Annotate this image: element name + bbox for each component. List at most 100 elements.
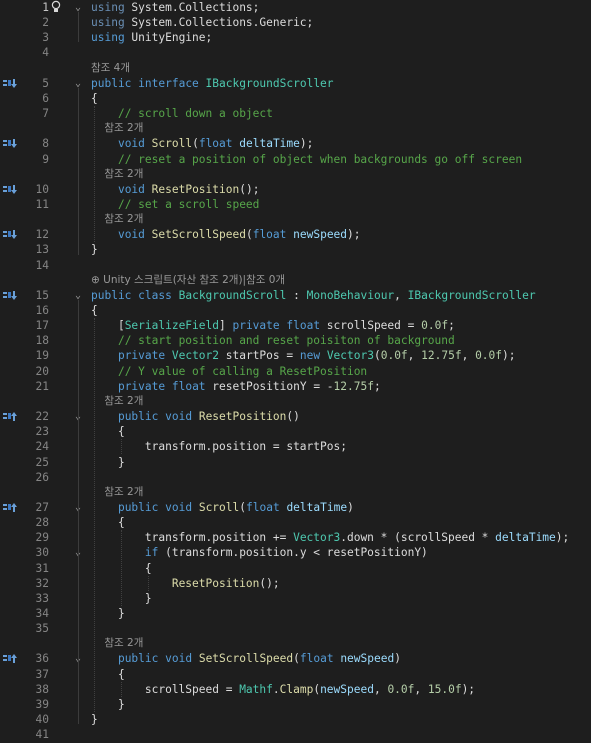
code-text[interactable]: ResetPosition(); [91, 576, 280, 591]
code-token: ); [461, 682, 476, 696]
code-text[interactable]: { [91, 424, 125, 439]
line-number: 24 [35, 440, 49, 454]
code-text[interactable]: transform.position += Vector3.down * (sc… [91, 530, 569, 545]
implements-interface-icon[interactable] [2, 409, 18, 424]
code-text[interactable]: void ResetPosition(); [91, 182, 259, 197]
code-text[interactable]: using System.Collections; [91, 0, 259, 15]
code-token: new [299, 349, 321, 363]
code-text[interactable]: private float resetPositionY = -12.75f; [91, 379, 381, 394]
code-text[interactable]: transform.position = startPos; [91, 439, 347, 454]
code-text[interactable]: public void SetScrollSpeed(float newSpee… [91, 651, 401, 666]
code-token: , [394, 288, 408, 302]
code-line: 23 { [0, 424, 591, 439]
codelens-reference-count[interactable]: 참조 2개 [91, 636, 143, 651]
code-text[interactable]: using UnityEngine; [91, 30, 212, 45]
codelens-reference-count[interactable]: 참조 2개 [91, 121, 143, 136]
code-text[interactable]: public void Scroll(float deltaTime) [91, 500, 354, 515]
code-text[interactable]: // Y value of calling a ResetPosition [91, 364, 367, 379]
implemented-by-icon[interactable] [2, 227, 18, 242]
code-text[interactable]: // scroll down a object [91, 106, 273, 121]
code-token: 0.0f [421, 319, 449, 333]
code-token: // start position and reset poisiton of … [117, 334, 455, 348]
code-line: 36 ⌄ public void SetScrollSpeed(float new… [0, 651, 591, 666]
code-token: IBackgroundScroller [205, 76, 334, 90]
implemented-by-icon[interactable] [2, 76, 18, 91]
code-text[interactable]: using System.Collections.Generic; [91, 15, 313, 30]
codelens-reference-count[interactable]: 참조 2개 [91, 167, 143, 182]
code-text[interactable]: { [91, 303, 98, 318]
line-number: 36 [35, 652, 49, 666]
code-line: 24 transform.position = startPos; [0, 439, 591, 454]
code-line: 39 } [0, 697, 591, 712]
code-editor[interactable]: 1 ⌄ using System.Collections; 2 using System… [0, 0, 591, 743]
lightbulb-icon[interactable] [51, 0, 63, 15]
code-line: 28 { [0, 515, 591, 530]
code-text[interactable]: // set a scroll speed [91, 197, 259, 212]
code-text[interactable]: } [91, 455, 125, 470]
code-text[interactable]: scrollSpeed = Mathf.Clamp(newSpeed, 0.0f… [91, 682, 475, 697]
code-line: 10 void ResetPosition(); [0, 182, 591, 197]
code-token: 15.0f [427, 682, 462, 696]
code-line: 17 [SerializeField] private float scroll… [0, 318, 591, 333]
code-token: ); [502, 349, 516, 363]
code-text[interactable]: if (transform.position.y < resetPosition… [91, 545, 428, 560]
line-number: 39 [35, 697, 49, 711]
code-text[interactable]: } [91, 697, 125, 712]
code-text[interactable]: { [91, 667, 125, 682]
code-text[interactable]: void SetScrollSpeed(float newSpeed); [91, 227, 361, 242]
code-text[interactable]: // reset a position of object when backg… [91, 152, 522, 167]
code-token: newSpeed [340, 652, 395, 666]
codelens-reference-count[interactable]: 참조 2개 [91, 394, 143, 409]
codelens-row: 참조 4개 [0, 61, 591, 76]
code-token: 0.0f [380, 349, 408, 363]
codelens-reference-count[interactable]: 참조 2개 [91, 485, 143, 500]
code-text[interactable]: { [91, 91, 98, 106]
implemented-by-icon[interactable] [2, 288, 18, 303]
codelens-reference-count[interactable]: 참조 4개 [91, 61, 130, 76]
code-line: 16 { [0, 303, 591, 318]
code-token: Scroll [198, 500, 240, 514]
implements-interface-icon[interactable] [2, 651, 18, 666]
code-token: Vector3 [293, 531, 341, 545]
line-number: 12 [35, 228, 49, 242]
code-line: 19 private Vector2 startPos = new Vector… [0, 348, 591, 363]
code-token: } [91, 607, 125, 620]
code-token: 0.0f [475, 349, 503, 363]
line-number: 27 [35, 500, 49, 514]
code-token: SetScrollSpeed [198, 652, 294, 666]
implemented-by-icon[interactable] [2, 182, 18, 197]
code-text[interactable]: public interface IBackgroundScroller [91, 76, 334, 91]
code-text[interactable]: public void ResetPosition() [91, 409, 300, 424]
line-number: 17 [35, 319, 49, 333]
code-token: SerializeField [124, 319, 219, 333]
codelens-reference-count[interactable]: 참조 2개 [91, 212, 143, 227]
line-number: 8 [42, 137, 49, 151]
code-text[interactable]: } [91, 712, 98, 727]
line-number: 22 [35, 410, 49, 424]
line-number: 7 [42, 107, 49, 121]
code-text[interactable]: } [91, 242, 98, 257]
code-text[interactable]: { [91, 515, 125, 530]
code-token: scrollSpeed = [91, 682, 240, 696]
code-token: BackgroundScroll [178, 288, 287, 302]
code-text[interactable]: public class BackgroundScroll : MonoBeha… [91, 288, 536, 303]
code-token: ; [373, 379, 381, 393]
code-text[interactable]: private Vector2 startPos = new Vector3(0… [91, 348, 516, 363]
code-text[interactable]: } [91, 606, 125, 621]
code-token: class [138, 288, 172, 302]
code-token: () [286, 410, 300, 424]
code-text[interactable]: [SerializeField] private float scrollSpe… [91, 318, 455, 333]
code-token: 12.75f [333, 379, 374, 393]
code-token: scrollSpeed = [320, 319, 422, 333]
implemented-by-icon[interactable] [2, 136, 18, 151]
code-text[interactable]: void Scroll(float deltaTime); [91, 136, 313, 151]
line-number: 13 [35, 243, 49, 257]
code-token: void [165, 410, 193, 424]
code-text[interactable]: // start position and reset poisiton of … [91, 333, 455, 348]
codelens-reference-count[interactable]: ⊕ Unity 스크립트(자산 참조 2개)|참조 0개 [91, 273, 285, 288]
implements-interface-icon[interactable] [2, 500, 18, 515]
